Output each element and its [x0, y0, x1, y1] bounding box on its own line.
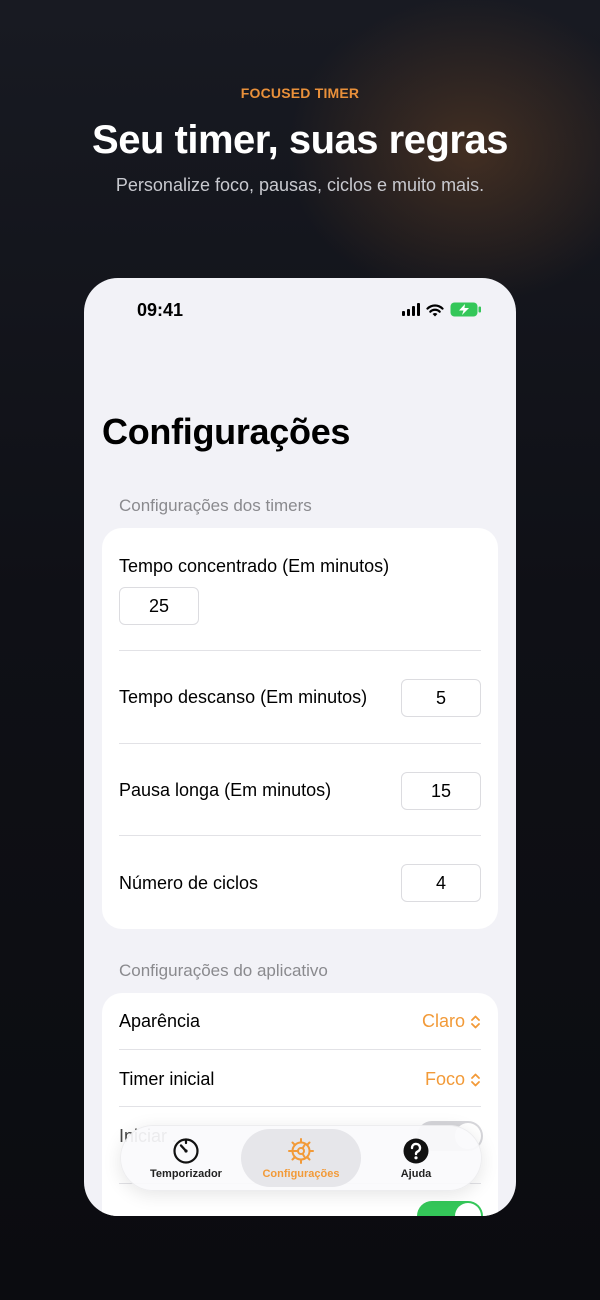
initial-timer-value: Foco	[424, 1069, 465, 1089]
help-icon	[403, 1138, 429, 1164]
focus-time-label: Tempo concentrado (Em minutos)	[119, 556, 390, 576]
divider	[119, 650, 481, 651]
tab-ajuda[interactable]: Ajuda	[356, 1129, 476, 1187]
promo-subhead: Personalize foco, pausas, ciclos e muito…	[115, 175, 485, 195]
tab-bar: Temporizador Configurações Ajuda	[120, 1125, 482, 1191]
long-break-input[interactable]: 15	[401, 772, 481, 810]
wifi-icon	[426, 303, 444, 316]
status-icons	[402, 302, 482, 317]
phone-screen: 09:41 Configurações Configurações dos ti…	[84, 278, 516, 1216]
initial-timer-picker[interactable]: Foco	[425, 1069, 481, 1090]
timer-icon	[173, 1138, 199, 1164]
break-time-input[interactable]: 5	[401, 679, 481, 717]
initial-timer-label: Timer inicial	[119, 1069, 215, 1089]
promo-eyebrow: FOCUSED TIMER	[240, 85, 360, 101]
focus-time-input[interactable]: 25	[119, 587, 199, 625]
appearance-label: Aparência	[119, 1011, 201, 1031]
divider	[119, 1049, 481, 1050]
battery-charging-icon	[450, 302, 481, 317]
cycles-label: Número de ciclos	[119, 873, 259, 893]
divider	[119, 835, 481, 836]
chevron-up-down-icon	[471, 1015, 480, 1028]
tab-configuracoes[interactable]: Configurações	[241, 1129, 361, 1187]
tab-label: Configurações	[262, 1168, 340, 1180]
page-title: Configurações	[102, 411, 351, 452]
tab-label: Temporizador	[150, 1168, 222, 1180]
appearance-picker[interactable]: Claro	[422, 1011, 481, 1032]
promo-headline: Seu timer, suas regras	[92, 118, 508, 162]
status-time: 09:41	[137, 300, 184, 320]
tab-temporizador[interactable]: Temporizador	[126, 1129, 246, 1187]
tab-label: Ajuda	[400, 1168, 432, 1180]
appearance-value: Claro	[421, 1011, 465, 1031]
divider	[119, 743, 481, 744]
divider	[119, 1106, 481, 1107]
section-header-timers: Configurações dos timers	[119, 496, 312, 515]
cellular-signal-icon	[402, 303, 420, 316]
chevron-up-down-icon	[471, 1073, 480, 1086]
gear-icon	[288, 1138, 314, 1164]
setting-toggle[interactable]	[417, 1201, 483, 1216]
break-time-label: Tempo descanso (Em minutos)	[119, 687, 368, 707]
section-header-app: Configurações do aplicativo	[119, 961, 328, 980]
long-break-label: Pausa longa (Em minutos)	[119, 780, 332, 800]
timers-card: Tempo concentrado (Em minutos) 25 Tempo …	[102, 528, 498, 929]
cycles-input[interactable]: 4	[401, 864, 481, 902]
